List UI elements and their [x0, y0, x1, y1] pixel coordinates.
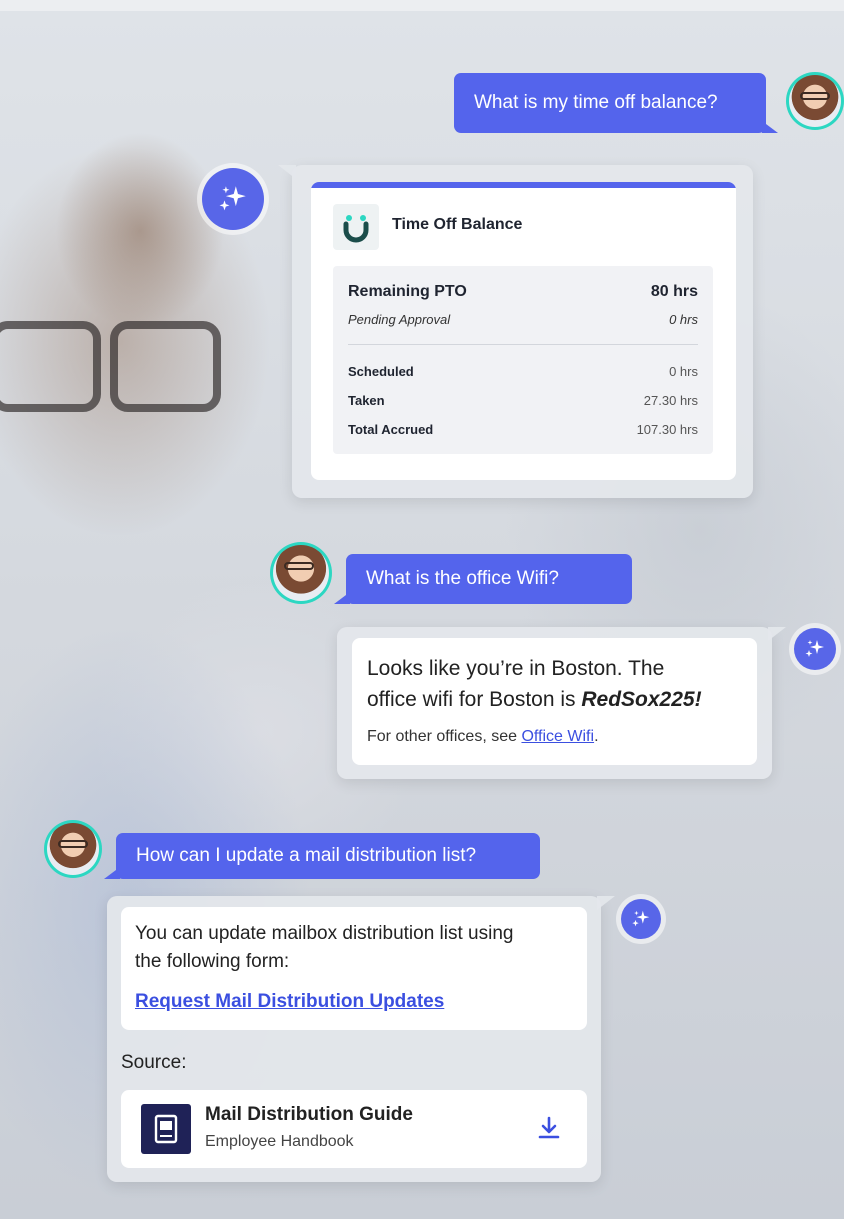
smile-logo-icon	[333, 204, 379, 250]
mail-answer-card: You can update mailbox distribution list…	[121, 907, 587, 1030]
user-avatar	[786, 72, 844, 130]
wifi-answer-card: Looks like you’re in Boston. The office …	[352, 638, 757, 765]
download-icon[interactable]	[535, 1114, 563, 1142]
wifi-answer-panel: Looks like you’re in Boston. The office …	[337, 627, 786, 779]
table-row: Total Accrued 107.30 hrs	[348, 422, 698, 437]
sparkle-icon	[794, 628, 836, 670]
request-mail-distribution-link[interactable]: Request Mail Distribution Updates	[135, 991, 444, 1013]
user-message-text: How can I update a mail distribution lis…	[136, 845, 477, 866]
card-title: Time Off Balance	[392, 216, 523, 233]
answer-line-2: office wifi for Boston is RedSox225!	[367, 688, 702, 711]
pto-table: Remaining PTO 80 hrs Pending Approval 0 …	[333, 266, 713, 454]
table-row: Scheduled 0 hrs	[348, 364, 698, 379]
pending-row: Pending Approval 0 hrs	[348, 312, 698, 327]
user-message-text: What is my time off balance?	[474, 92, 718, 113]
wifi-password: RedSox225!	[581, 688, 702, 711]
answer-line-1: You can update mailbox distribution list…	[135, 923, 514, 944]
source-card[interactable]: Mail Distribution Guide Employee Handboo…	[121, 1090, 587, 1168]
user-message-time-off: What is my time off balance?	[454, 73, 778, 133]
book-icon	[141, 1104, 191, 1154]
mail-answer-panel: You can update mailbox distribution list…	[107, 896, 615, 1182]
sparkle-icon	[202, 168, 264, 230]
other-offices-text: For other offices, see Office Wifi.	[367, 728, 599, 745]
user-avatar	[44, 820, 102, 878]
glasses-shape	[0, 321, 221, 412]
user-avatar	[270, 542, 332, 604]
answer-line-1: Looks like you’re in Boston. The	[367, 657, 665, 680]
time-off-panel: Time Off Balance Remaining PTO 80 hrs Pe…	[278, 165, 753, 498]
divider	[348, 344, 698, 345]
table-row: Taken 27.30 hrs	[348, 393, 698, 408]
office-wifi-link[interactable]: Office Wifi	[521, 728, 594, 745]
user-message-text: What is the office Wifi?	[366, 568, 559, 589]
remaining-pto-row: Remaining PTO 80 hrs	[348, 283, 698, 300]
user-message-mail: How can I update a mail distribution lis…	[104, 833, 540, 879]
time-off-card: Time Off Balance Remaining PTO 80 hrs Pe…	[311, 182, 736, 480]
source-title: Mail Distribution Guide	[205, 1104, 413, 1125]
source-label: Source:	[121, 1052, 187, 1073]
user-message-wifi: What is the office Wifi?	[334, 554, 632, 604]
card-accent-bar	[311, 182, 736, 188]
answer-line-2: the following form:	[135, 951, 290, 972]
source-subtitle: Employee Handbook	[205, 1133, 354, 1150]
top-bar	[0, 0, 844, 11]
sparkle-icon	[621, 899, 661, 939]
